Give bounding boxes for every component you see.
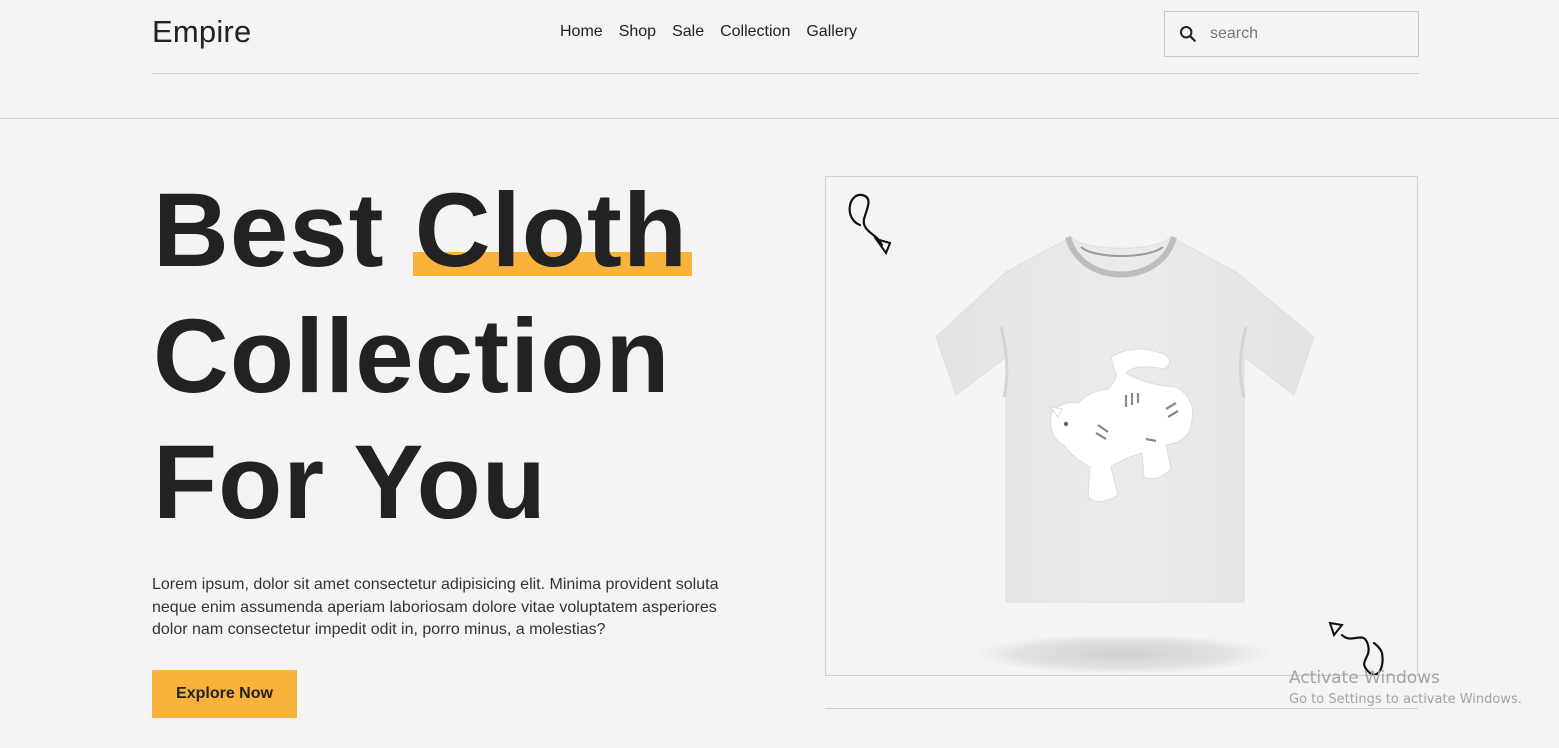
windows-activation-watermark: Activate Windows Go to Settings to activ… [1289,668,1522,707]
hero-title-best: Best [153,172,415,289]
section-divider [0,118,1559,119]
site-header: Empire Home Shop Sale Collection Gallery [152,0,1419,74]
site-logo[interactable]: Empire [152,14,251,50]
search-icon [1179,25,1196,42]
hero-description: Lorem ipsum, dolor sit amet consectetur … [152,576,719,638]
page: Empire Home Shop Sale Collection Gallery… [0,0,1559,748]
watermark-subtitle: Go to Settings to activate Windows. [1289,692,1522,707]
hero-title-line-3: For You [153,424,547,541]
nav-collection[interactable]: Collection [720,23,790,41]
search-box[interactable] [1164,11,1419,57]
explore-now-button[interactable]: Explore Now [152,670,297,718]
tshirt-image [935,236,1315,674]
nav-home[interactable]: Home [560,23,603,41]
nav-shop[interactable]: Shop [619,23,656,41]
nav-sale[interactable]: Sale [672,23,704,41]
main-nav: Home Shop Sale Collection Gallery [560,23,857,41]
card-divider [825,708,1418,709]
search-input[interactable] [1210,25,1410,43]
hero-title-highlight: Cloth [412,168,693,294]
product-card [825,176,1418,676]
nav-gallery[interactable]: Gallery [806,23,857,41]
squiggle-arrow-icon [848,193,892,256]
hero-title-line-1: Best Cloth [153,168,693,294]
hero-title-line-2: Collection [153,298,671,415]
watermark-title: Activate Windows [1289,668,1440,688]
hero-title: Best Cloth Collection For You [153,168,693,546]
